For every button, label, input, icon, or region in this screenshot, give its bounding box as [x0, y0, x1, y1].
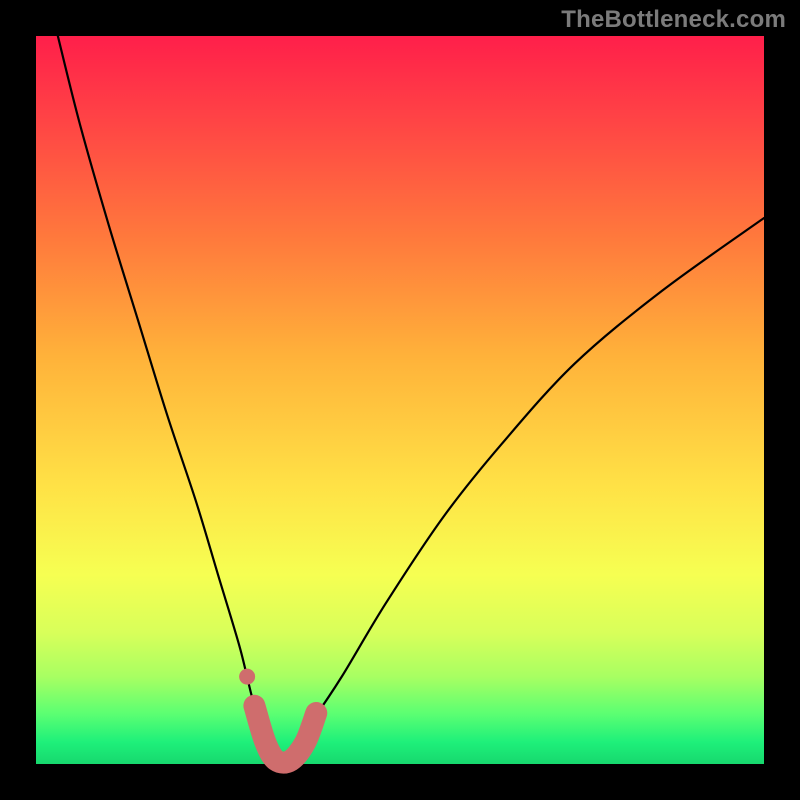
chart-svg — [36, 36, 764, 764]
highlight-trough — [254, 706, 316, 763]
watermark-text: TheBottleneck.com — [561, 6, 786, 34]
highlight-dot — [239, 669, 255, 685]
bottleneck-curve — [58, 36, 764, 764]
chart-frame: TheBottleneck.com — [0, 0, 800, 800]
